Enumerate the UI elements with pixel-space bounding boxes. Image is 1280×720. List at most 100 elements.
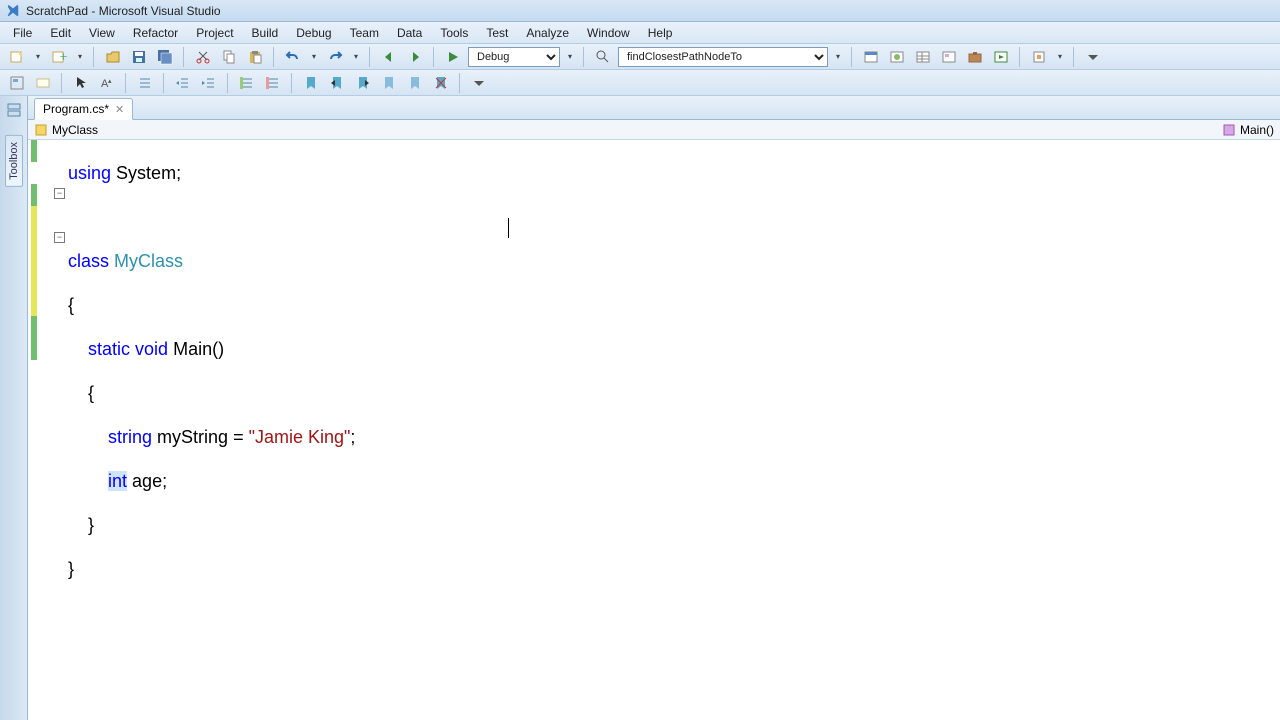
toolbar-options-button[interactable] xyxy=(1082,46,1104,68)
config-select[interactable]: Debug xyxy=(468,47,560,67)
menu-test[interactable]: Test xyxy=(477,24,517,42)
paste-button[interactable] xyxy=(244,46,266,68)
uncomment-button[interactable] xyxy=(262,72,284,94)
code-editor[interactable]: − − using System; class MyClass { static… xyxy=(28,140,1280,720)
toolbar2-options-button[interactable] xyxy=(468,72,490,94)
bookmark-toggle-button[interactable] xyxy=(300,72,322,94)
menu-analyze[interactable]: Analyze xyxy=(517,24,578,42)
comment-out-button[interactable] xyxy=(236,72,258,94)
display-selection-button[interactable] xyxy=(6,72,28,94)
decrease-indent-button[interactable] xyxy=(172,72,194,94)
display-quick-info-button[interactable] xyxy=(32,72,54,94)
separator xyxy=(291,73,293,93)
outline-margin: − − xyxy=(52,140,68,720)
class-icon xyxy=(34,123,48,137)
save-all-button[interactable] xyxy=(154,46,176,68)
separator xyxy=(125,73,127,93)
pointer-button[interactable] xyxy=(70,72,92,94)
main-area: Toolbox Program.cs* ✕ MyClass Main() xyxy=(0,96,1280,720)
toolbox-button[interactable] xyxy=(964,46,986,68)
new-project-button[interactable] xyxy=(6,46,28,68)
brace: { xyxy=(68,295,74,315)
document-tabs: Program.cs* ✕ xyxy=(28,96,1280,120)
menu-tools[interactable]: Tools xyxy=(431,24,477,42)
increase-indent-button[interactable] xyxy=(198,72,220,94)
find-dropdown[interactable]: ▾ xyxy=(832,46,844,68)
code-surface[interactable]: using System; class MyClass { static voi… xyxy=(68,140,1280,720)
config-dropdown[interactable]: ▾ xyxy=(564,46,576,68)
svg-text:▴: ▴ xyxy=(108,78,112,85)
find-in-files-button[interactable] xyxy=(592,46,614,68)
comment-button[interactable] xyxy=(134,72,156,94)
increase-font-button[interactable]: A▴ xyxy=(96,72,118,94)
properties-button[interactable] xyxy=(912,46,934,68)
bookmark-next-folder-button[interactable] xyxy=(404,72,426,94)
text-editor-toolbar: A▴ xyxy=(0,70,1280,96)
saved-change-marker xyxy=(31,184,37,206)
brace: } xyxy=(68,515,94,535)
toolbox-tab[interactable]: Toolbox xyxy=(5,135,23,187)
redo-dropdown[interactable]: ▾ xyxy=(350,46,362,68)
undo-button[interactable] xyxy=(282,46,304,68)
cut-button[interactable] xyxy=(192,46,214,68)
menu-build[interactable]: Build xyxy=(243,24,288,42)
extension-manager-button[interactable] xyxy=(1028,46,1050,68)
menu-debug[interactable]: Debug xyxy=(287,24,340,42)
close-icon[interactable]: ✕ xyxy=(115,103,124,116)
add-item-button[interactable]: ＋ xyxy=(48,46,70,68)
method-name: Main xyxy=(173,339,212,359)
open-button[interactable] xyxy=(102,46,124,68)
class-selector[interactable]: MyClass xyxy=(52,123,98,137)
keyword: string xyxy=(108,427,152,447)
menu-bar[interactable]: File Edit View Refactor Project Build De… xyxy=(0,22,1280,44)
menu-team[interactable]: Team xyxy=(341,24,388,42)
separator xyxy=(183,47,185,67)
separator xyxy=(61,73,63,93)
editor-wrap: Program.cs* ✕ MyClass Main() − xyxy=(28,96,1280,720)
separator xyxy=(163,73,165,93)
find-combo[interactable]: findClosestPathNodeTo xyxy=(618,47,828,67)
undo-dropdown[interactable]: ▾ xyxy=(308,46,320,68)
saved-change-marker xyxy=(31,316,37,360)
copy-button[interactable] xyxy=(218,46,240,68)
server-explorer-icon[interactable] xyxy=(6,102,22,123)
method-selector[interactable]: Main() xyxy=(1240,123,1274,137)
document-tab[interactable]: Program.cs* ✕ xyxy=(34,98,133,120)
bookmark-prev-button[interactable] xyxy=(326,72,348,94)
menu-window[interactable]: Window xyxy=(578,24,639,42)
menu-data[interactable]: Data xyxy=(388,24,431,42)
identifier: age xyxy=(132,471,162,491)
ext-dropdown[interactable]: ▾ xyxy=(1054,46,1066,68)
add-item-dropdown[interactable]: ▾ xyxy=(74,46,86,68)
start-page-button[interactable] xyxy=(990,46,1012,68)
title-bar: ScratchPad - Microsoft Visual Studio xyxy=(0,0,1280,22)
separator xyxy=(459,73,461,93)
identifier: myString xyxy=(157,427,228,447)
menu-help[interactable]: Help xyxy=(639,24,682,42)
brace: } xyxy=(68,559,74,579)
menu-file[interactable]: File xyxy=(4,24,41,42)
team-explorer-button[interactable] xyxy=(886,46,908,68)
keyword: static xyxy=(88,339,130,359)
bookmark-clear-button[interactable] xyxy=(430,72,452,94)
bookmark-prev-folder-button[interactable] xyxy=(378,72,400,94)
menu-refactor[interactable]: Refactor xyxy=(124,24,187,42)
nav-forward-button[interactable] xyxy=(404,46,426,68)
tab-label: Program.cs* xyxy=(43,102,109,116)
left-rail: Toolbox xyxy=(0,96,28,720)
fold-toggle[interactable]: − xyxy=(54,232,65,243)
fold-toggle[interactable]: − xyxy=(54,188,65,199)
method-icon xyxy=(1222,123,1236,137)
redo-button[interactable] xyxy=(324,46,346,68)
object-browser-button[interactable] xyxy=(938,46,960,68)
menu-edit[interactable]: Edit xyxy=(41,24,80,42)
menu-project[interactable]: Project xyxy=(187,24,242,42)
solution-explorer-button[interactable] xyxy=(860,46,882,68)
menu-view[interactable]: View xyxy=(80,24,124,42)
start-debug-button[interactable] xyxy=(442,46,464,68)
nav-back-button[interactable] xyxy=(378,46,400,68)
new-project-dropdown[interactable]: ▾ xyxy=(32,46,44,68)
separator xyxy=(433,47,435,67)
bookmark-next-button[interactable] xyxy=(352,72,374,94)
save-button[interactable] xyxy=(128,46,150,68)
